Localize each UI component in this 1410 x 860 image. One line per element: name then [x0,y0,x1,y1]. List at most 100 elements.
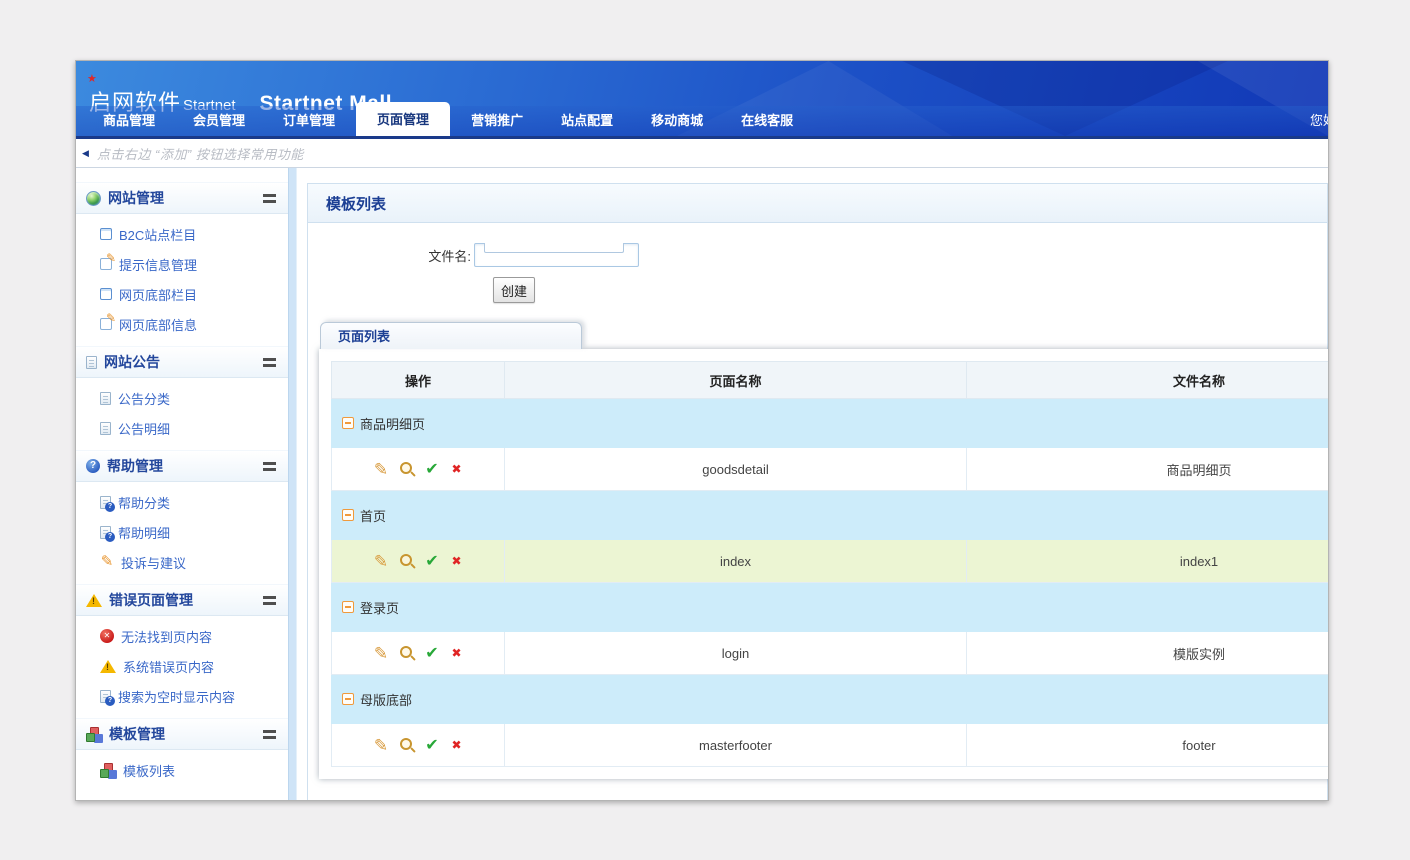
sidebar: 网站管理 B2C站点栏目提示信息管理网页底部栏目网页底部信息网站公告公告分类公告明… [76,168,288,801]
sidebar-item-label: 搜索为空时显示内容 [118,687,235,706]
sidebar-item[interactable]: 无法找到页内容 [76,621,288,651]
sidebar-section-label: 错误页面管理 [109,590,193,610]
document-icon [86,356,97,369]
panel-icon [100,288,112,300]
sidebar-splitter[interactable] [288,168,297,801]
group-label: 母版底部 [360,690,412,709]
section-menu-icon[interactable] [263,596,276,605]
section-menu-icon[interactable] [263,462,276,471]
page-list-panel: 操作页面名称文件名称 商品明细页goodsdetail商品明细页首页indexi… [319,349,1329,779]
sidebar-item[interactable]: 提示信息管理 [76,249,288,279]
pencil-icon [100,555,114,569]
file-name-cell: 模版实例 [967,632,1330,675]
sidebar-item[interactable]: B2C站点栏目 [76,219,288,249]
sidebar-section-header[interactable]: 错误页面管理 [76,584,288,616]
nav-tab[interactable]: 商品管理 [86,106,172,136]
confirm-check-icon[interactable] [424,461,441,478]
actions-cell [332,724,505,767]
confirm-check-icon[interactable] [424,553,441,570]
section-menu-icon[interactable] [263,358,276,367]
edit-pencil-icon[interactable] [373,553,390,570]
sidebar-item-label: B2C站点栏目 [119,225,196,244]
sidebar-item[interactable]: 帮助分类 [76,487,288,517]
sidebar-section-label: 网站管理 [108,188,164,208]
sidebar-item[interactable]: 投诉与建议 [76,547,288,577]
document-icon [100,422,111,435]
nav-tab[interactable]: 页面管理 [356,102,450,136]
nav-tab[interactable]: 移动商城 [634,106,720,136]
tab-page-list[interactable]: 页面列表 [320,322,582,349]
section-menu-icon[interactable] [263,194,276,203]
sidebar-section-label: 帮助管理 [107,456,163,476]
create-button[interactable]: 创建 [493,277,535,303]
edit-pencil-icon[interactable] [373,645,390,662]
sidebar-item-label: 帮助明细 [118,523,170,542]
confirm-check-icon[interactable] [424,737,441,754]
sidebar-item[interactable]: 网页底部信息 [76,309,288,339]
nav-tab[interactable]: 会员管理 [176,106,262,136]
delete-x-icon[interactable] [450,554,464,568]
sidebar-item[interactable]: 公告分类 [76,383,288,413]
table-data-row: goodsdetail商品明细页 [332,448,1330,491]
preview-magnifier-icon[interactable] [399,553,415,569]
edit-pencil-icon[interactable] [373,737,390,754]
sidebar-item[interactable]: 搜索为空时显示内容 [76,681,288,711]
logo-star-icon: ★ [87,72,97,85]
sidebar-section-header[interactable]: 网站管理 [76,182,288,214]
edit-note-icon [100,318,112,330]
sidebar-section-header[interactable]: 模板管理 [76,718,288,750]
actions-cell [332,540,505,583]
preview-magnifier-icon[interactable] [399,461,415,477]
table-column-header: 页面名称 [505,362,967,399]
sidebar-section-label: 网站公告 [104,352,160,372]
group-collapse-icon[interactable] [342,417,354,429]
delete-x-icon[interactable] [450,462,464,476]
preview-magnifier-icon[interactable] [399,737,415,753]
actions-cell [332,632,505,675]
nav-tab[interactable]: 在线客服 [724,106,810,136]
help-doc-icon [100,526,111,539]
table-column-header: 文件名称 [967,362,1330,399]
sidebar-item-label: 模板列表 [123,761,175,780]
document-icon [100,392,111,405]
nav-tab[interactable]: 站点配置 [544,106,630,136]
file-name-cell: footer [967,724,1330,767]
delete-x-icon[interactable] [450,646,464,660]
file-name-label: 文件名: [308,246,471,265]
template-list-panel: 模板列表 文件名: 创建 页面列表 操作页面名称文件名称 商品明细页goodsd… [307,183,1328,801]
sidebar-item-label: 投诉与建议 [121,553,186,572]
user-greeting: 您好 [1310,110,1328,129]
table-group-row[interactable]: 母版底部 [332,675,1330,724]
edit-pencil-icon[interactable] [373,461,390,478]
sidebar-item[interactable]: 帮助明细 [76,517,288,547]
group-collapse-icon[interactable] [342,693,354,705]
nav-tab[interactable]: 营销推广 [454,106,540,136]
delete-x-icon[interactable] [450,738,464,752]
section-menu-icon[interactable] [263,730,276,739]
sidebar-section-header[interactable]: 网站公告 [76,346,288,378]
file-name-cell: 商品明细页 [967,448,1330,491]
sidebar-item[interactable]: 网页底部栏目 [76,279,288,309]
sidebar-item-label: 网页底部栏目 [119,285,197,304]
table-group-row[interactable]: 商品明细页 [332,399,1330,448]
nav-tab[interactable]: 订单管理 [266,106,352,136]
clipped-input[interactable] [484,243,624,253]
warning-icon [86,594,102,607]
sidebar-section-header[interactable]: 帮助管理 [76,450,288,482]
template-table: 操作页面名称文件名称 商品明细页goodsdetail商品明细页首页indexi… [331,361,1329,767]
sidebar-item[interactable]: 系统错误页内容 [76,651,288,681]
sidebar-item-label: 无法找到页内容 [121,627,212,646]
group-collapse-icon[interactable] [342,509,354,521]
warning-icon [100,660,116,673]
group-collapse-icon[interactable] [342,601,354,613]
preview-magnifier-icon[interactable] [399,645,415,661]
confirm-check-icon[interactable] [424,645,441,662]
sidebar-item[interactable]: 模板列表 [76,755,288,785]
sidebar-item[interactable]: 公告明细 [76,413,288,443]
table-group-row[interactable]: 登录页 [332,583,1330,632]
collapse-arrow-icon[interactable]: ◀ [82,148,89,159]
help-doc-icon [100,496,111,509]
templates-icon [100,763,116,778]
actions-cell [332,448,505,491]
table-group-row[interactable]: 首页 [332,491,1330,540]
